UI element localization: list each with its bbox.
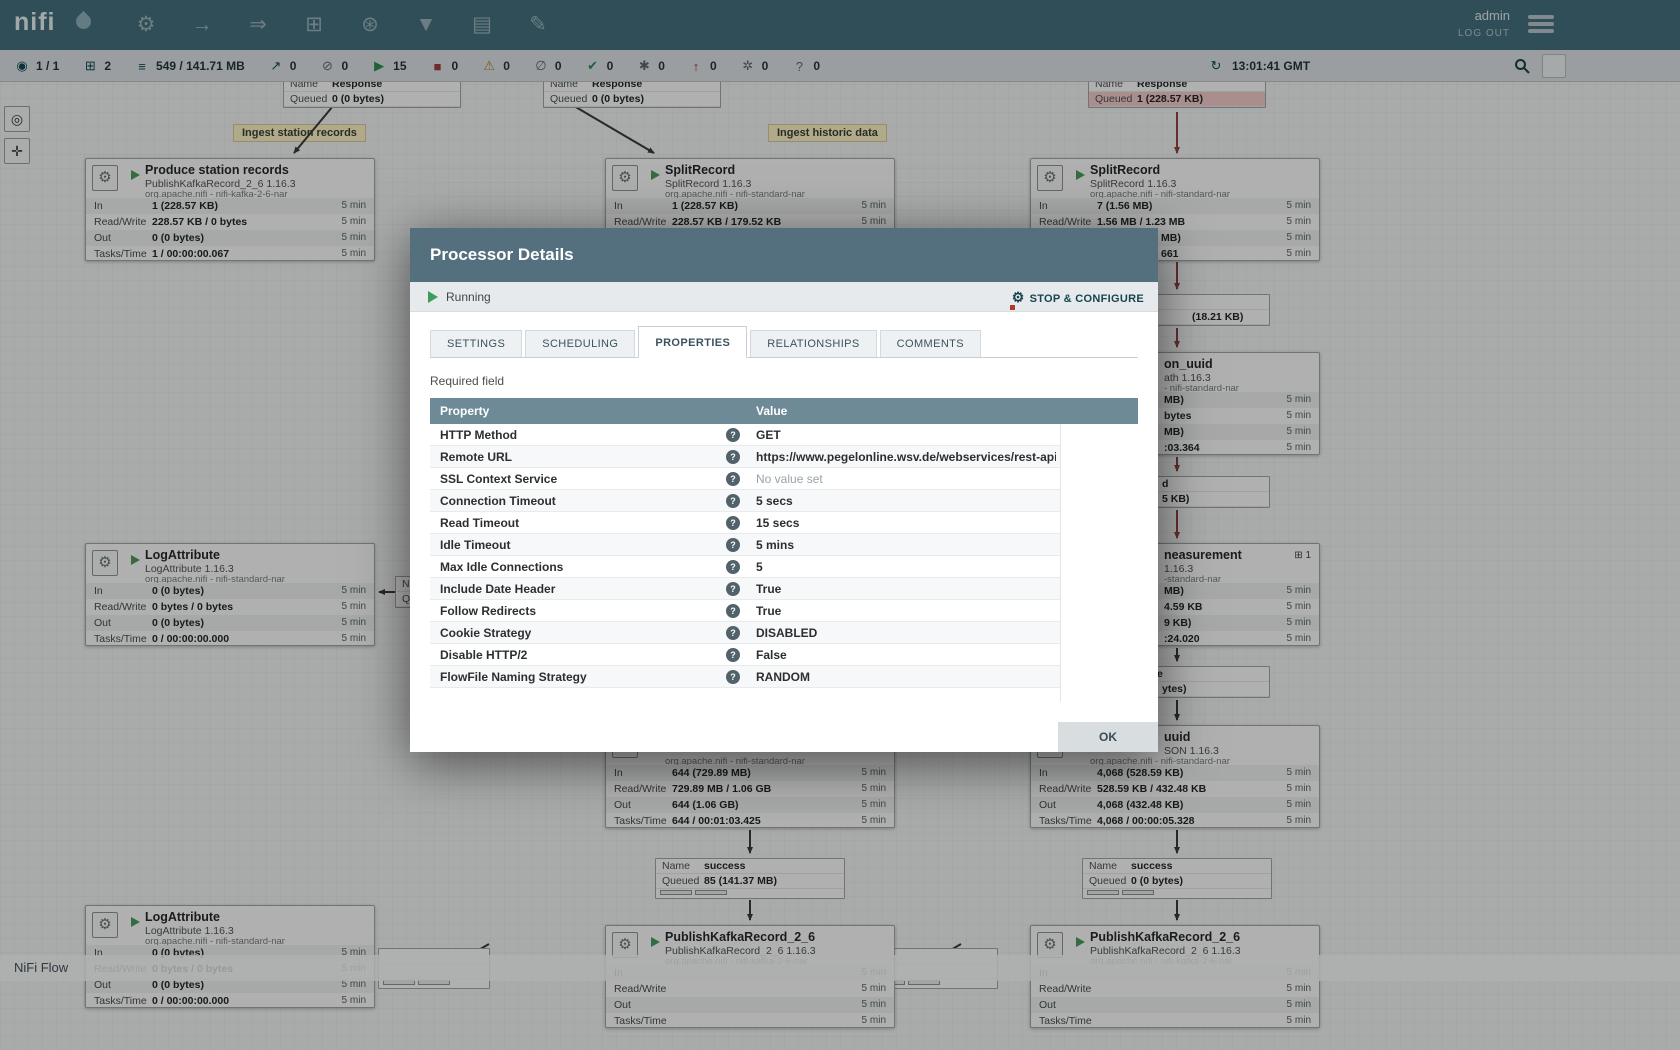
property-name: Include Date Header [440, 578, 555, 600]
property-value: True [756, 578, 781, 600]
modal-tabs: SETTINGSSCHEDULINGPROPERTIESRELATIONSHIP… [430, 326, 1138, 358]
property-value: 5 secs [756, 490, 793, 512]
tab-settings[interactable]: SETTINGS [430, 330, 522, 357]
tab-comments[interactable]: COMMENTS [880, 330, 981, 357]
nifi-application: ◎✛Ingest station recordsIngest historic … [0, 0, 1680, 1050]
help-icon[interactable]: ? [726, 648, 740, 662]
property-column-header: Property [440, 398, 489, 424]
help-icon[interactable]: ? [726, 494, 740, 508]
required-field-note: Required field [430, 374, 1138, 388]
property-name: FlowFile Naming Strategy [440, 666, 587, 688]
properties-table-body: HTTP Method? GET Remote URL? https://www.pe… [430, 424, 1138, 702]
property-name: Disable HTTP/2 [440, 644, 527, 666]
property-row: Read Timeout? 15 secs [430, 512, 1138, 534]
property-value: True [756, 600, 781, 622]
property-name: Read Timeout [440, 512, 519, 534]
property-value: GET [756, 424, 781, 446]
help-icon[interactable]: ? [726, 450, 740, 464]
property-name: Idle Timeout [440, 534, 510, 556]
property-row: Include Date Header? True [430, 578, 1138, 600]
property-value: 5 [756, 556, 763, 578]
property-name: Max Idle Connections [440, 556, 563, 578]
properties-table-header: Property Value [430, 398, 1138, 424]
property-value: 15 secs [756, 512, 799, 534]
property-row [430, 688, 1138, 702]
run-status-label: Running [446, 282, 491, 312]
help-icon[interactable]: ? [726, 670, 740, 684]
property-value: No value set [756, 468, 823, 490]
help-icon[interactable]: ? [726, 516, 740, 530]
property-value: 5 mins [756, 534, 794, 556]
property-row: Disable HTTP/2? False [430, 644, 1138, 666]
property-name: Connection Timeout [440, 490, 556, 512]
dialog-body: SETTINGSSCHEDULINGPROPERTIESRELATIONSHIP… [410, 326, 1158, 702]
help-icon[interactable]: ? [726, 428, 740, 442]
property-name: Cookie Strategy [440, 622, 531, 644]
property-row: Connection Timeout? 5 secs [430, 490, 1138, 512]
tab-relationships[interactable]: RELATIONSHIPS [750, 330, 876, 357]
properties-table: Property Value HTTP Method?GETRemote URL… [430, 398, 1138, 702]
property-row: FlowFile Naming Strategy? RANDOM [430, 666, 1138, 688]
help-icon[interactable]: ? [726, 472, 740, 486]
stop-configure-label: STOP & CONFIGURE [1030, 293, 1144, 305]
property-row: SSL Context Service? No value set [430, 468, 1138, 490]
property-row: Remote URL? https://www.pegelonline.wsv.d… [430, 446, 1138, 468]
value-column-header: Value [756, 398, 787, 424]
property-row: Follow Redirects? True [430, 600, 1138, 622]
property-row: Max Idle Connections? 5 [430, 556, 1138, 578]
stop-configure-button[interactable]: ⚙ STOP & CONFIGURE [1012, 282, 1144, 314]
property-value: https://www.pegelonline.wsv.de/webservic… [756, 446, 1056, 468]
help-icon[interactable]: ? [726, 604, 740, 618]
help-icon[interactable]: ? [726, 582, 740, 596]
help-icon[interactable]: ? [726, 560, 740, 574]
help-icon[interactable]: ? [726, 626, 740, 640]
property-name: SSL Context Service [440, 468, 557, 490]
property-row: Cookie Strategy? DISABLED [430, 622, 1138, 644]
property-name: Remote URL [440, 446, 512, 468]
property-value: RANDOM [756, 666, 810, 688]
property-value: DISABLED [756, 622, 817, 644]
property-name: HTTP Method [440, 424, 517, 446]
dialog-header: Processor Details [410, 228, 1158, 282]
tab-properties[interactable]: PROPERTIES [638, 326, 747, 358]
property-name: Follow Redirects [440, 600, 536, 622]
property-value: False [756, 644, 787, 666]
property-row: Idle Timeout? 5 mins [430, 534, 1138, 556]
tab-scheduling[interactable]: SCHEDULING [525, 330, 635, 357]
help-icon[interactable]: ? [726, 538, 740, 552]
stop-configure-icon: ⚙ [1012, 282, 1025, 312]
dialog-title: Processor Details [430, 228, 574, 282]
ok-button[interactable]: OK [1058, 722, 1158, 752]
property-row: HTTP Method? GET [430, 424, 1138, 446]
running-icon [428, 291, 438, 303]
processor-details-dialog: Processor Details Running ⚙ STOP & CONFIG… [410, 228, 1158, 752]
run-status-row: Running ⚙ STOP & CONFIGURE [410, 282, 1158, 312]
